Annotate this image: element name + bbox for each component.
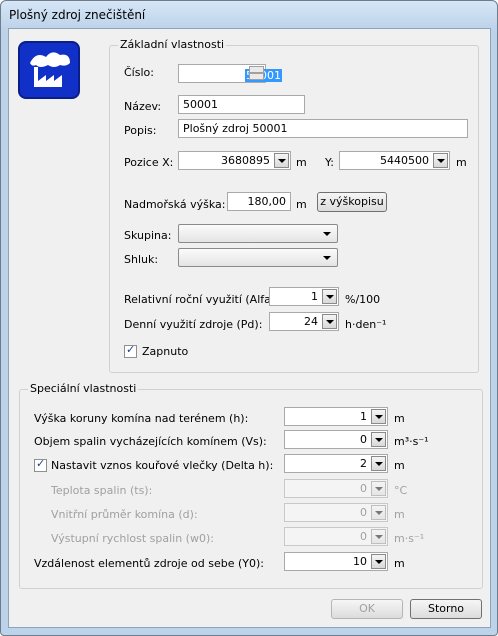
special-row-ts-input: 0 (284, 479, 388, 498)
alfa-value: 1 (311, 290, 318, 303)
nazev-value: 50001 (183, 98, 218, 111)
special-row-ts-value: 0 (360, 482, 367, 495)
vyska-value: 180,00 (247, 195, 287, 208)
pozice-x-label: Pozice X: (124, 156, 174, 169)
pd-unit: h·den⁻¹ (345, 318, 387, 331)
basic-group-label: Základní vlastnosti (118, 38, 227, 51)
popis-input[interactable]: Plošný zdroj 50001 (178, 119, 468, 138)
y-input[interactable]: 5440500 (339, 151, 450, 170)
popis-label: Popis: (124, 124, 157, 137)
special-row-h-input[interactable]: 1 (284, 407, 388, 426)
popis-value: Plošný zdroj 50001 (183, 122, 288, 135)
zapnuto-label: Zapnuto (142, 345, 189, 358)
skupina-label: Skupina: (124, 229, 172, 242)
window-title: Plošný zdroj znečištění (9, 8, 146, 22)
special-row-ts-dropdown-icon (371, 481, 386, 496)
cancel-button[interactable]: Storno (410, 599, 482, 619)
nazev-input[interactable]: 50001 (178, 95, 305, 114)
special-row-y0-input[interactable]: 10 (284, 552, 388, 571)
alfa-dropdown-icon[interactable] (322, 289, 337, 304)
special-row-vs-dropdown-icon[interactable] (371, 432, 386, 447)
alfa-input[interactable]: 1 (269, 287, 339, 306)
cislo-label: Číslo: (124, 66, 154, 79)
shluk-combo[interactable] (178, 248, 338, 267)
special-row-d-value: 0 (360, 506, 367, 519)
special-row-y0-value: 10 (353, 555, 367, 568)
y-value: 5440500 (380, 154, 429, 167)
delta-h-checkbox[interactable] (34, 457, 47, 472)
special-row-w0-dropdown-icon (371, 529, 386, 544)
special-row-y0-unit: m (394, 557, 405, 570)
vyska-input[interactable]: 180,00 (227, 192, 291, 211)
special-row-ts-unit: °C (394, 484, 408, 497)
special-row-h-value: 1 (360, 410, 367, 423)
pozice-x-dropdown-icon[interactable] (274, 153, 289, 168)
cislo-spinner[interactable]: 50001 (178, 64, 282, 83)
special-row-d-unit: m (394, 508, 405, 521)
pozice-x-input[interactable]: 3680895 (178, 151, 291, 170)
special-row-y0-label: Vzdálenost elementů zdroje od sebe (Y0): (34, 557, 264, 570)
vyska-unit: m (296, 198, 307, 211)
special-row-w0-value: 0 (360, 530, 367, 543)
cislo-spin-buttons[interactable] (249, 66, 264, 81)
special-row-w0-input: 0 (284, 527, 388, 546)
special-row-h-dropdown-icon[interactable] (371, 409, 386, 424)
special-row-deltah-value: 2 (360, 457, 367, 470)
special-row-h-label: Výška koruny komína nad terénem (h): (34, 412, 249, 425)
special-row-deltah-label: Nastavit vznos kouřové vlečky (Delta h): (51, 459, 274, 472)
title-bar: Plošný zdroj znečištění (1, 1, 497, 29)
vyskopis-button[interactable]: z výškopisu (317, 192, 387, 212)
y-dropdown-icon[interactable] (433, 153, 448, 168)
factory-smog-icon (18, 41, 80, 99)
pd-label: Denní využití zdroje (Pd): (124, 318, 263, 331)
special-row-d-dropdown-icon (371, 505, 386, 520)
special-row-vs-unit: m³·s⁻¹ (394, 435, 429, 448)
zapnuto-checkbox[interactable] (124, 343, 137, 358)
special-row-deltah-dropdown-icon[interactable] (371, 456, 386, 471)
alfa-unit: %/100 (345, 293, 381, 306)
special-row-h-unit: m (394, 412, 405, 425)
special-row-vs-label: Objem spalin vycházejících komínem (Vs): (34, 435, 267, 448)
dialog-body: Základní vlastnosti Číslo: 50001 Název: … (8, 28, 491, 628)
pd-value: 24 (304, 315, 318, 328)
special-row-deltah-input[interactable]: 2 (284, 454, 388, 473)
special-row-y0-dropdown-icon[interactable] (371, 554, 386, 569)
y-label: Y: (325, 156, 334, 169)
pozice-x-value: 3680895 (221, 154, 270, 167)
special-row-ts-label: Teplota spalin (ts): (51, 484, 153, 497)
pd-input[interactable]: 24 (269, 312, 339, 331)
special-row-deltah-unit: m (394, 459, 405, 472)
pd-dropdown-icon[interactable] (322, 314, 337, 329)
y-unit: m (456, 156, 467, 169)
vyska-label: Nadmořská výška: (124, 198, 226, 211)
special-group-label: Speciální vlastnosti (28, 382, 139, 395)
special-row-w0-unit: m·s⁻¹ (394, 532, 425, 545)
special-row-vs-value: 0 (360, 433, 367, 446)
special-row-w0-label: Výstupní rychlost spalin (w0): (51, 532, 214, 545)
special-row-d-input: 0 (284, 503, 388, 522)
special-row-vs-input[interactable]: 0 (284, 430, 388, 449)
alfa-label: Relativní roční využití (Alfa) (124, 293, 276, 306)
ok-button[interactable]: OK (331, 599, 403, 619)
pozice-x-unit: m (296, 156, 307, 169)
dialog-window: Plošný zdroj znečištění Základní vlastno… (0, 0, 498, 636)
special-row-d-label: Vnitřní průměr komína (d): (51, 508, 198, 521)
nazev-label: Název: (124, 100, 162, 113)
skupina-combo[interactable] (178, 224, 338, 243)
shluk-label: Shluk: (124, 253, 159, 266)
